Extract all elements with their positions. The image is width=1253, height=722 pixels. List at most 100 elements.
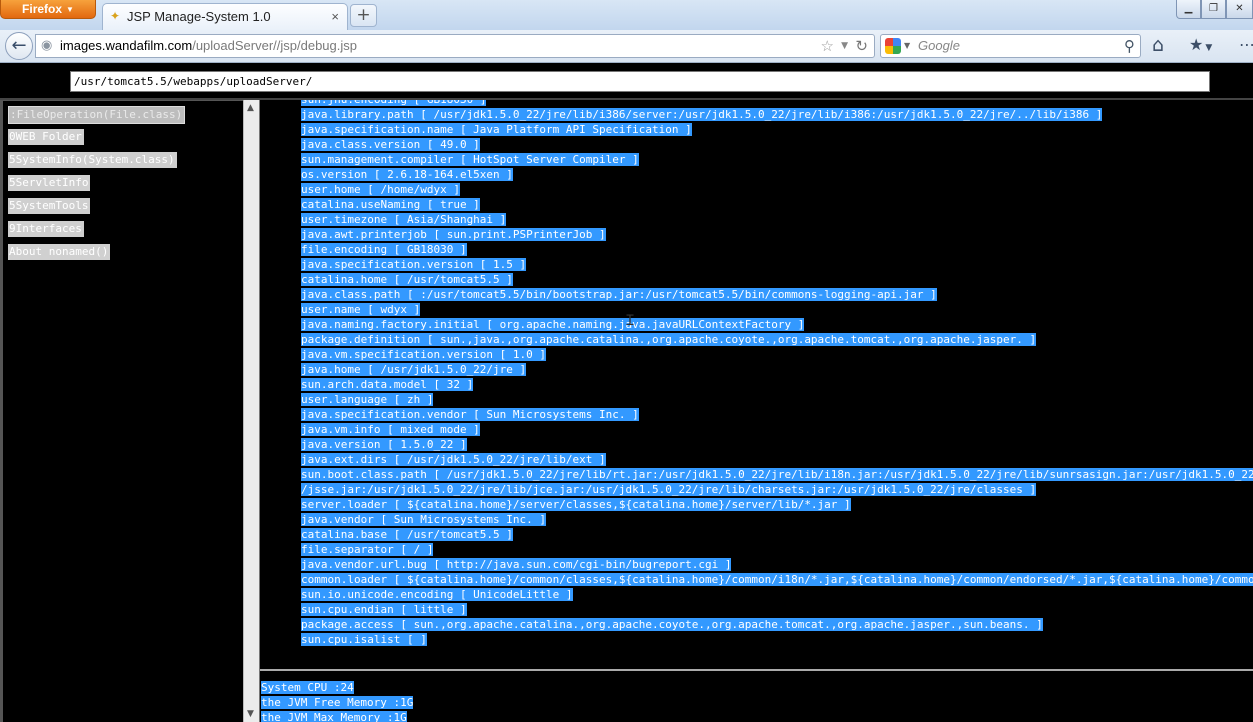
close-icon[interactable]: × (331, 4, 339, 29)
globe-icon: ◉ (41, 38, 53, 53)
list-item-text: file.separator [ / ] (301, 543, 434, 556)
list-item-text: package.access [ sun.,org.apache.catalin… (301, 618, 1043, 631)
list-item: package.access [ sun.,org.apache.catalin… (301, 617, 1253, 632)
maximize-button[interactable]: ❐ (1201, 0, 1226, 19)
list-item-text: user.name [ wdyx ] (301, 303, 421, 316)
list-item-text: java.specification.vendor [ Sun Microsys… (301, 408, 639, 421)
firefox-menu-label: Firefox (22, 2, 63, 16)
list-item: java.library.path [ /usr/jdk1.5.0_22/jre… (301, 107, 1253, 122)
list-item-text: file.encoding [ GB18030 ] (301, 243, 467, 256)
sidebar-frame: :FileOperation(File.class) 0WEB Folder 5… (0, 100, 243, 722)
list-item-text: java.version [ 1.5.0_22 ] (301, 438, 467, 451)
list-item: the JVM Free Memory :1G (261, 695, 414, 710)
list-item-text: /jsse.jar:/usr/jdk1.5.0_22/jre/lib/jce.j… (301, 483, 1037, 496)
list-item-text: java.specification.name [ Java Platform … (301, 123, 692, 136)
list-item: java.class.version [ 49.0 ] (301, 137, 1253, 152)
list-item-text: package.definition [ sun.,java.,org.apac… (301, 333, 1037, 346)
list-item-text: sun.boot.class.path [ /usr/jdk1.5.0_22/j… (301, 468, 1253, 481)
list-item-text: java.class.path [ :/usr/tomcat5.5/bin/bo… (301, 288, 937, 301)
back-button[interactable]: ← (5, 32, 33, 60)
list-item: java.vendor.url.bug [ http://java.sun.co… (301, 557, 1253, 572)
scroll-down-icon[interactable]: ▼ (247, 709, 254, 719)
url-bar[interactable]: ◉ images.wandafilm.com/uploadServer//jsp… (35, 34, 875, 58)
menu-item-about[interactable]: About nonamed() (8, 244, 185, 267)
title-bar: Firefox ▼ ✦ JSP Manage-System 1.0 × + ▁ ❐… (0, 0, 1253, 30)
list-item: catalina.home [ /usr/tomcat5.5 ] (301, 272, 1253, 287)
list-item: server.loader [ ${catalina.home}/server/… (301, 497, 1253, 512)
list-item: /jsse.jar:/usr/jdk1.5.0_22/jre/lib/jce.j… (301, 482, 1253, 497)
list-item-text: java.library.path [ /usr/jdk1.5.0_22/jre… (301, 108, 1103, 121)
list-item-text: catalina.base [ /usr/tomcat5.5 ] (301, 528, 513, 541)
list-item: java.vm.info [ mixed mode ] (301, 422, 1253, 437)
reload-icon[interactable]: ↻ (855, 36, 868, 56)
list-item-text: sun.jnu.encoding [ GB18030 ] (301, 100, 487, 106)
sidebar-scrollbar[interactable]: ▲ ▼ (243, 100, 259, 722)
list-item: user.home [ /home/wdyx ] (301, 182, 1253, 197)
list-item: java.ext.dirs [ /usr/jdk1.5.0_22/jre/lib… (301, 452, 1253, 467)
menu-item-interfaces[interactable]: 9Interfaces (8, 221, 185, 244)
list-item: the JVM Max Memory :1G (261, 710, 413, 722)
list-item: os.version [ 2.6.18-164.el5xen ] (301, 167, 1253, 182)
search-bar[interactable]: ▼ Google ⚲ (880, 34, 1141, 58)
firefox-menu-button[interactable]: Firefox ▼ (0, 0, 96, 19)
list-item: java.specification.name [ Java Platform … (301, 122, 1253, 137)
window-close-button[interactable]: ✕ (1226, 0, 1253, 19)
list-item-text: sun.io.unicode.encoding [ UnicodeLittle … (301, 588, 573, 601)
list-item-text: java.vm.specification.version [ 1.0 ] (301, 348, 547, 361)
list-item-text: java.awt.printerjob [ sun.print.PSPrinte… (301, 228, 606, 241)
tab-active[interactable]: ✦ JSP Manage-System 1.0 × (102, 3, 348, 30)
list-item-text: java.vm.info [ mixed mode ] (301, 423, 480, 436)
menu-item-system-info[interactable]: 5SystemInfo(System.class) (8, 152, 185, 175)
menu-item-servlet-info[interactable]: 5ServletInfo (8, 175, 185, 198)
list-item-text: java.vendor.url.bug [ http://java.sun.co… (301, 558, 732, 571)
list-item: common.loader [ ${catalina.home}/common/… (301, 572, 1253, 587)
search-placeholder: Google (918, 38, 960, 53)
list-item: System CPU :24 (261, 680, 413, 695)
new-tab-icon: + (356, 5, 371, 25)
list-item: java.class.path [ :/usr/tomcat5.5/bin/bo… (301, 287, 1253, 302)
list-item: sun.management.compiler [ HotSpot Server… (301, 152, 1253, 167)
bookmarks-icon[interactable]: ★ ▼ (1189, 34, 1212, 59)
main-frame: sun.jnu.encoding [ GB18030 ] java.library… (260, 100, 1253, 722)
list-item: user.timezone [ Asia/Shanghai ] (301, 212, 1253, 227)
list-item-text: System CPU :24 (261, 681, 354, 694)
new-tab-button[interactable]: + (350, 4, 377, 27)
url-domain: images.wandafilm.com (60, 38, 193, 53)
path-input[interactable]: /usr/tomcat5.5/webapps/uploadServer/ (70, 71, 1210, 92)
horizontal-rule (260, 669, 1253, 671)
list-item: java.specification.version [ 1.5 ] (301, 257, 1253, 272)
list-item-text: sun.cpu.isalist [ ] (301, 633, 427, 646)
list-item: sun.cpu.endian [ little ] (301, 602, 1253, 617)
favicon-icon: ✦ (110, 9, 121, 23)
scroll-up-icon[interactable]: ▲ (247, 103, 254, 113)
search-icon[interactable]: ⚲ (1124, 36, 1135, 56)
list-item: sun.arch.data.model [ 32 ] (301, 377, 1253, 392)
bookmark-star-icon[interactable]: ☆ (821, 36, 834, 56)
system-info-list: System CPU :24 the JVM Free Memory :1G the… (261, 680, 414, 722)
list-item: java.awt.printerjob [ sun.print.PSPrinte… (301, 227, 1253, 242)
list-item-text: user.timezone [ Asia/Shanghai ] (301, 213, 507, 226)
search-engine-dropdown-icon[interactable]: ▼ (904, 38, 910, 54)
toolbar-overflow-icon[interactable]: ⋯ (1239, 34, 1253, 56)
menu-item-system-tools[interactable]: 5SystemTools (8, 198, 185, 221)
chevron-down-icon: ▼ (66, 5, 74, 14)
minimize-button[interactable]: ▁ (1176, 0, 1201, 19)
list-item-text: java.naming.factory.initial [ org.apache… (301, 318, 805, 331)
list-item: package.definition [ sun.,java.,org.apac… (301, 332, 1253, 347)
list-item-text: sun.management.compiler [ HotSpot Server… (301, 153, 639, 166)
list-item: java.vm.specification.version [ 1.0 ] (301, 347, 1253, 362)
list-item-text: java.class.version [ 49.0 ] (301, 138, 480, 151)
dropdown-icon[interactable]: ▼ (841, 38, 848, 54)
list-item: sun.boot.class.path [ /usr/jdk1.5.0_22/j… (301, 467, 1253, 482)
back-icon: ← (11, 35, 27, 56)
google-icon[interactable] (885, 38, 901, 54)
menu-item-file-operation[interactable]: :FileOperation(File.class) (8, 106, 186, 129)
list-item-text: catalina.useNaming [ true ] (301, 198, 480, 211)
menu-item-web-folder[interactable]: 0WEB Folder (8, 129, 185, 152)
home-icon[interactable]: ⌂ (1152, 34, 1164, 56)
list-item-text: java.specification.version [ 1.5 ] (301, 258, 527, 271)
list-item-text: user.home [ /home/wdyx ] (301, 183, 460, 196)
system-properties-list: sun.jnu.encoding [ GB18030 ] java.library… (301, 100, 1253, 647)
list-item: user.language [ zh ] (301, 392, 1253, 407)
navigation-bar: ← ◉ images.wandafilm.com/uploadServer//j… (0, 30, 1253, 63)
